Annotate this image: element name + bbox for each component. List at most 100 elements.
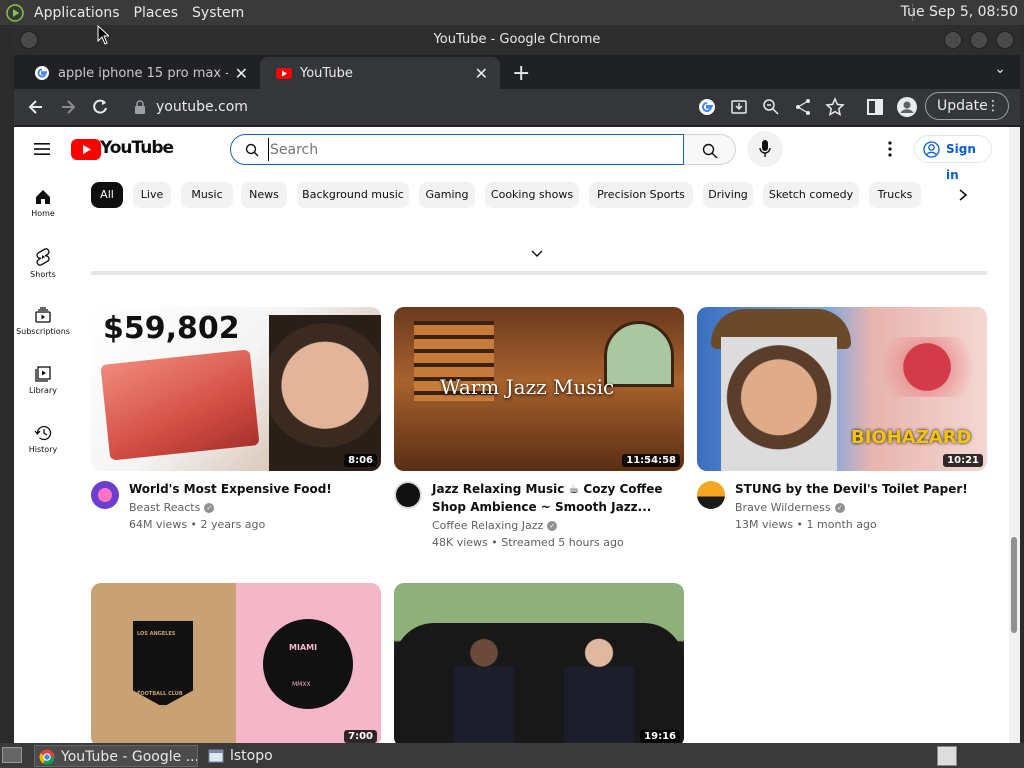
youtube-logo-text[interactable]: YouTube [100,138,174,158]
address-bar[interactable]: youtube.com [124,93,694,121]
crest-text: FOOTBALL CLUB [137,691,183,697]
chrome-tray-icon[interactable] [937,746,957,766]
video-thumbnail[interactable]: BIOHAZARD 10:21 [697,307,987,471]
search-input[interactable] [268,138,668,161]
channel-name[interactable]: Beast Reacts ✓ [129,501,215,514]
video-card[interactable]: BIOHAZARD 10:21 STUNG by the Devil's Toi… [697,307,987,547]
duration-badge: 8:06 [344,454,377,467]
chip-music[interactable]: Music [181,182,233,208]
chip-background-music[interactable]: Background music [297,182,409,208]
task-lstopo[interactable]: lstopo [204,745,324,767]
close-window-button[interactable] [996,31,1014,49]
browser-toolbar: youtube.com Update ⋮ [14,89,1020,125]
sign-in-button[interactable]: Sign in [914,135,992,182]
video-card[interactable]: LOS ANGELES FOOTBALL CLUB MIAMI MMXX 7:0… [91,583,381,743]
sidebar-item-history[interactable]: History [14,418,72,468]
video-card[interactable]: Warm Jazz Music 11:54:58 Jazz Relaxing M… [394,307,684,567]
window-menu-button[interactable] [20,31,38,49]
maximize-button[interactable] [970,31,988,49]
back-icon[interactable] [26,97,46,117]
chevron-right-icon[interactable] [955,185,971,205]
channel-avatar[interactable] [91,481,119,509]
gnome-foot-icon[interactable] [6,3,28,22]
subscriptions-icon [35,307,51,323]
video-thumbnail[interactable]: LOS ANGELES FOOTBALL CLUB MIAMI MMXX 7:0… [91,583,381,743]
person-shape [454,633,514,743]
chip-driving[interactable]: Driving [703,182,753,208]
side-panel-icon[interactable] [865,97,885,117]
tab-youtube[interactable]: YouTube ✕ [260,57,500,89]
sidebar-item-label: Home [31,209,55,218]
video-title[interactable]: STUNG by the Devil's Toilet Paper! [735,480,985,498]
settings-more-icon[interactable] [888,141,892,157]
channel-avatar[interactable] [394,481,422,509]
zoom-icon[interactable] [761,97,781,117]
task-chrome[interactable]: YouTube - Google ... [34,745,198,767]
chip-all[interactable]: All [91,182,123,208]
chevron-down-icon[interactable] [530,249,544,259]
reload-icon[interactable] [90,97,110,117]
sidebar-item-home[interactable]: Home [14,182,72,232]
sidebar-item-shorts[interactable]: Shorts [14,241,72,291]
channel-avatar[interactable] [697,481,725,509]
channel-name[interactable]: Coffee Relaxing Jazz ✓ [432,519,558,532]
window-shape [604,321,674,387]
account-circle-icon [923,141,940,158]
chip-cooking-shows[interactable]: Cooking shows [485,182,579,208]
window-titlebar[interactable]: YouTube - Google Chrome [14,25,1020,55]
face-shape [721,337,837,471]
chip-news[interactable]: News [241,182,287,208]
google-lens-icon[interactable] [697,97,717,117]
channel-name[interactable]: Brave Wilderness ✓ [735,501,845,514]
minimize-button[interactable] [944,31,962,49]
chip-trucks[interactable]: Trucks [869,182,921,208]
hamburger-menu-icon[interactable] [34,143,50,155]
profile-avatar-icon[interactable] [897,97,917,117]
section-divider [91,271,987,275]
video-title[interactable]: Jazz Relaxing Music ☕ Cozy Coffee Shop A… [432,480,682,516]
chevron-down-icon[interactable]: ⌄ [994,61,1006,77]
share-icon[interactable] [793,97,813,117]
sidebar-item-subscriptions[interactable]: Subscriptions [14,300,72,350]
chip-sketch-comedy[interactable]: Sketch comedy [763,182,859,208]
video-title[interactable]: World's Most Expensive Food! [129,480,379,498]
lock-icon[interactable] [134,100,146,114]
taskbar: YouTube - Google ... lstopo [0,743,1024,768]
video-card[interactable]: 19:16 [394,583,684,743]
forward-icon[interactable] [58,97,78,117]
close-icon[interactable]: ✕ [235,64,248,83]
clock[interactable]: Tue Sep 5, 08:50 [901,4,1018,20]
thumbnail-text: $59,802 [103,311,240,346]
close-icon[interactable]: ✕ [475,64,488,83]
show-desktop-icon[interactable] [2,747,22,763]
scrollbar-thumb[interactable] [1011,537,1017,633]
search-button[interactable] [684,134,736,165]
library-icon [35,366,51,382]
video-thumbnail[interactable]: $59,802 8:06 [91,307,381,471]
voice-search-button[interactable] [747,131,783,167]
update-button[interactable]: Update ⋮ [925,92,1009,120]
chip-precision-sports[interactable]: Precision Sports [589,182,693,208]
video-card[interactable]: $59,802 8:06 World's Most Expensive Food… [91,307,381,547]
more-vertical-icon[interactable]: ⋮ [986,93,1000,119]
update-label: Update [937,98,988,114]
car-interior-shape [394,623,684,743]
youtube-logo-icon[interactable] [71,139,101,160]
places-menu[interactable]: Places [134,5,179,21]
install-app-icon[interactable] [729,97,749,117]
inter-miami-crest [263,619,353,709]
applications-menu[interactable]: Applications [34,5,120,21]
sign-in-label: Sign in [946,142,976,182]
thumbnail-text: Warm Jazz Music [440,375,615,399]
video-thumbnail[interactable]: Warm Jazz Music 11:54:58 [394,307,684,471]
sidebar-item-library[interactable]: Library [14,359,72,409]
new-tab-icon[interactable]: + [512,61,530,86]
system-menu[interactable]: System [192,5,244,21]
chip-gaming[interactable]: Gaming [419,182,475,208]
chip-live[interactable]: Live [133,182,171,208]
video-thumbnail[interactable]: 19:16 [394,583,684,743]
page-scrollbar[interactable] [1009,127,1020,743]
search-box[interactable] [230,134,684,165]
tab-google-search[interactable]: apple iphone 15 pro max - Goo ✕ [18,57,260,89]
bookmark-star-icon[interactable] [825,97,845,117]
